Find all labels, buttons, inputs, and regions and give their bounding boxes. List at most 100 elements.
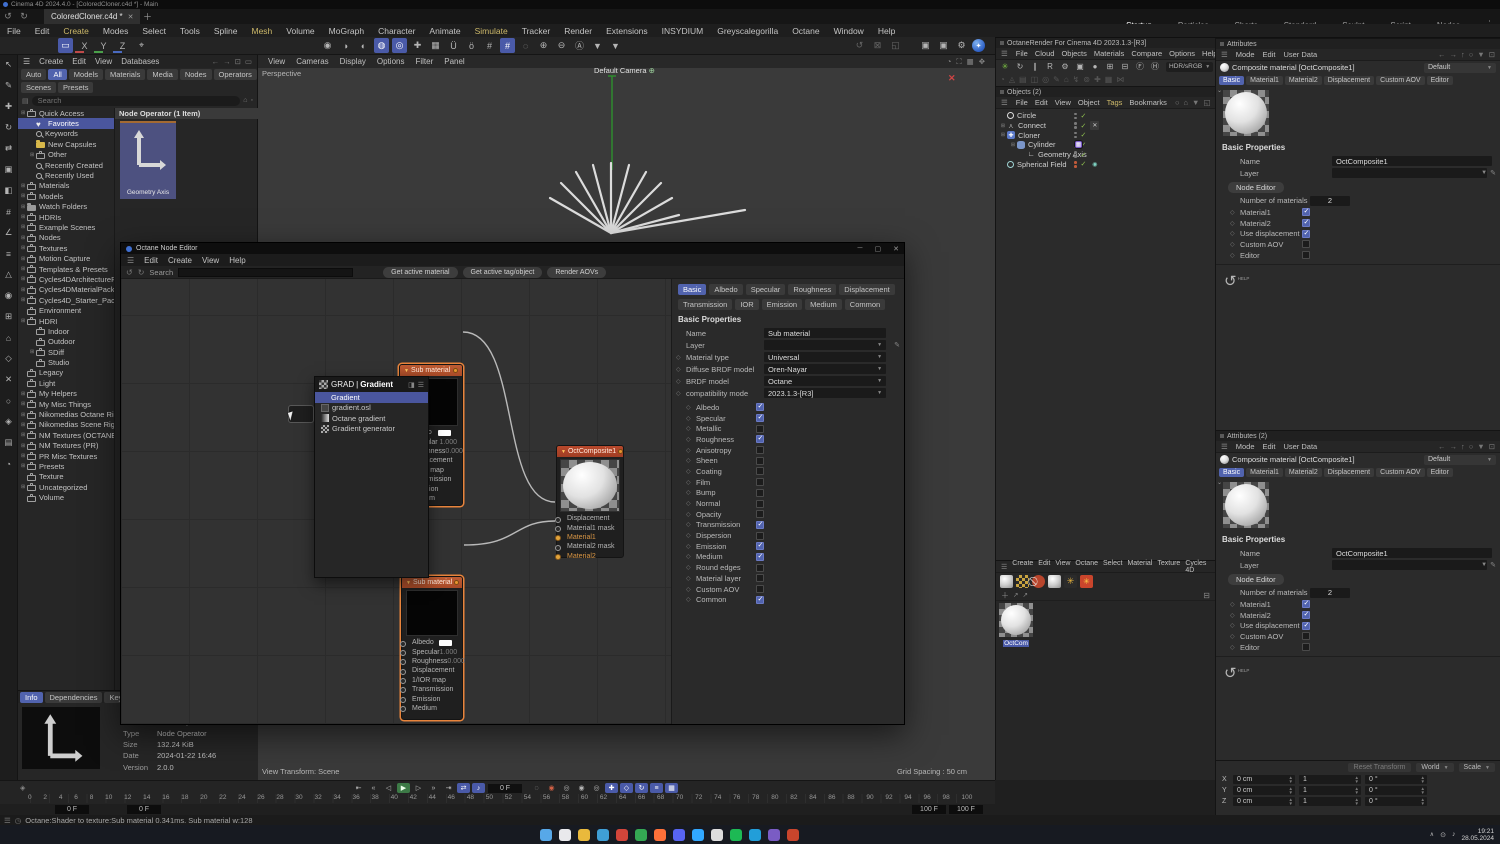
taskbar-app-icon[interactable] [749, 828, 761, 841]
output-port-icon[interactable] [453, 368, 458, 373]
filter-tab[interactable]: All [48, 69, 67, 80]
menu-item[interactable]: Select [135, 24, 173, 37]
checkbox[interactable] [756, 531, 764, 540]
node-octcomposite1[interactable]: ▼ OctComposite1 Displacement Material1 mas… [554, 445, 624, 561]
toolbar-icon[interactable]: ▭ [58, 38, 73, 53]
materials-menu-item[interactable]: Create [1012, 560, 1033, 574]
tool-icon[interactable]: ↻ [2, 121, 15, 134]
taskbar-app-icon[interactable] [597, 828, 609, 841]
range-start-field-2[interactable]: 0 F [127, 805, 161, 814]
octane-tool-icon[interactable]: ▣ [1074, 61, 1086, 73]
taskbar-app-icon[interactable] [673, 828, 685, 841]
node-port-row[interactable]: 1/IOR map [399, 676, 462, 685]
reset-transform-button[interactable]: Reset Transform [1347, 763, 1412, 772]
toolbar-icon[interactable]: ◱ [888, 38, 903, 53]
octane-menu-item[interactable]: Cloud [1035, 49, 1055, 58]
node-port-row[interactable]: Material1 [554, 533, 623, 542]
layout-icon[interactable]: ◱ [1203, 98, 1210, 107]
prop-tab[interactable]: Basic [678, 284, 707, 295]
tool-icon[interactable]: ≡ [2, 247, 15, 260]
object-tag-icon[interactable] [1090, 160, 1099, 169]
checkbox[interactable] [1302, 240, 1310, 249]
checkbox[interactable] [756, 542, 764, 551]
attr-nav-icon[interactable]: ○ [1469, 442, 1474, 451]
checkbox[interactable] [756, 510, 764, 519]
prop-tab[interactable]: Specular [745, 284, 786, 295]
position-field[interactable]: 0 cm ▲ ▼ [1233, 797, 1295, 806]
octane-tool-icon[interactable]: R [1044, 61, 1056, 73]
property-value-field[interactable]: ▼ [764, 340, 887, 350]
object-tag-icon[interactable] [1074, 140, 1083, 150]
object-row[interactable]: ⊞ Cylinder ✓ [996, 140, 1215, 150]
search-input[interactable] [31, 95, 241, 106]
back-icon[interactable]: ← [212, 57, 220, 66]
toolbar-icon[interactable]: ◎ [392, 38, 407, 53]
expander-icon[interactable]: ⊞ [21, 412, 26, 418]
attribute-tab[interactable]: Editor [1426, 76, 1453, 85]
keyframe-diamond-icon[interactable]: ◈ [20, 784, 25, 792]
expander-icon[interactable]: ⊞ [21, 214, 26, 220]
toolbar-icon[interactable]: ⌖ [134, 38, 149, 53]
transport-icon[interactable]: ⇄ [457, 783, 470, 793]
transport-icon[interactable]: ▷ [412, 783, 425, 793]
popup-result-item[interactable]: Octane gradient [315, 413, 428, 424]
asset-tree-item[interactable]: ⊞ Cycles4DArchitecturePack-4K [18, 274, 114, 284]
asset-tree-item[interactable]: ⊞ Favorites [18, 118, 114, 129]
checkbox[interactable] [1302, 229, 1310, 238]
search-icon[interactable]: ○ [1175, 98, 1180, 107]
keying-icon[interactable]: ◌ [530, 783, 543, 793]
popup-result-item[interactable]: Gradient generator [315, 424, 428, 435]
property-value-field[interactable]: Octane ▼ [764, 376, 887, 386]
transport-icon[interactable]: ▶ [397, 783, 410, 793]
current-frame-field[interactable]: 0 F [488, 783, 522, 793]
node-editor-titlebar[interactable]: Octane Node Editor ─ ▢ ✕ [121, 243, 904, 254]
material-type-icon[interactable] [1064, 575, 1077, 588]
node-graph-canvas[interactable]: ▼Sub material AlbedoSpecular1.000Roughne… [121, 279, 671, 724]
asset-tree-item[interactable]: ⊞ Nikomedias Octane Rig Pro [18, 409, 114, 419]
keying-icon[interactable]: ≡ [650, 783, 663, 793]
attr-nav-icon[interactable]: → [1449, 442, 1457, 451]
menu-item[interactable]: Tracker [515, 24, 558, 37]
tool-icon[interactable]: ▣ [2, 163, 15, 176]
fold-icon[interactable]: ⌄ [1217, 479, 1222, 486]
rotation-field[interactable]: 0 ° ▲ ▼ [1365, 775, 1427, 784]
toolbar-icon[interactable]: ◐ [356, 38, 371, 53]
octane-tool-icon-dim[interactable]: ◫ [1031, 75, 1039, 84]
info-tab[interactable]: Info [20, 691, 43, 703]
object-tag-icon[interactable] [1090, 150, 1099, 159]
objects-menu-item[interactable]: Edit [1035, 98, 1048, 107]
dot-icon[interactable]: ◦ [251, 97, 253, 104]
objects-menu-item[interactable]: Object [1078, 98, 1100, 107]
expander-icon[interactable]: ⊞ [21, 443, 26, 449]
property-value-field[interactable]: Oren-Nayar ▼ [764, 364, 887, 374]
enabled-check-icon[interactable]: ✓ [1081, 131, 1087, 139]
attribute-tab[interactable]: Custom AOV [1376, 76, 1425, 85]
octane-tool-icon[interactable]: ✳ [999, 61, 1011, 73]
menu-item[interactable]: MoGraph [322, 24, 371, 37]
asset-tree-item[interactable]: ⊞ Watch Folders [18, 202, 114, 212]
property-value-field[interactable]: Sub material▼ [764, 328, 887, 338]
menu-item[interactable]: File [0, 24, 28, 37]
toolbar-icon[interactable]: ▼ [590, 38, 605, 53]
attribute-tab[interactable]: Material2 [1284, 468, 1322, 477]
asset-tree-item[interactable]: ⊞ Cycles4DMaterialPack-4K [18, 285, 114, 295]
tool-icon[interactable]: ◧ [2, 184, 15, 197]
close-icon[interactable]: ✕ [893, 245, 899, 253]
expander-icon[interactable]: ⊞ [21, 453, 26, 459]
filter-tab[interactable]: Models [68, 69, 103, 80]
enabled-check-icon[interactable]: ✓ [1081, 160, 1087, 168]
prop-tab[interactable]: Transmission [678, 299, 733, 310]
asset-tile-geometry-axis[interactable]: Geometry Axis [120, 121, 176, 199]
checkbox[interactable] [756, 520, 764, 529]
rotation-field[interactable]: 0 ° ▲ ▼ [1365, 797, 1427, 806]
tool-icon[interactable]: ∠ [2, 226, 15, 239]
attr-nav-icon[interactable]: ▼ [1477, 442, 1484, 451]
tool-icon[interactable]: ✕ [2, 373, 15, 386]
object-tag-icon[interactable] [1090, 131, 1099, 140]
transport-icon[interactable]: » [427, 783, 440, 793]
node-port-row[interactable]: Material1 mask [554, 523, 623, 533]
checkbox[interactable] [756, 488, 764, 497]
menu-edit[interactable]: Edit [1263, 50, 1276, 59]
octane-tool-icon[interactable]: ⊞ [1104, 61, 1116, 73]
menu-item[interactable]: Tools [173, 24, 207, 37]
